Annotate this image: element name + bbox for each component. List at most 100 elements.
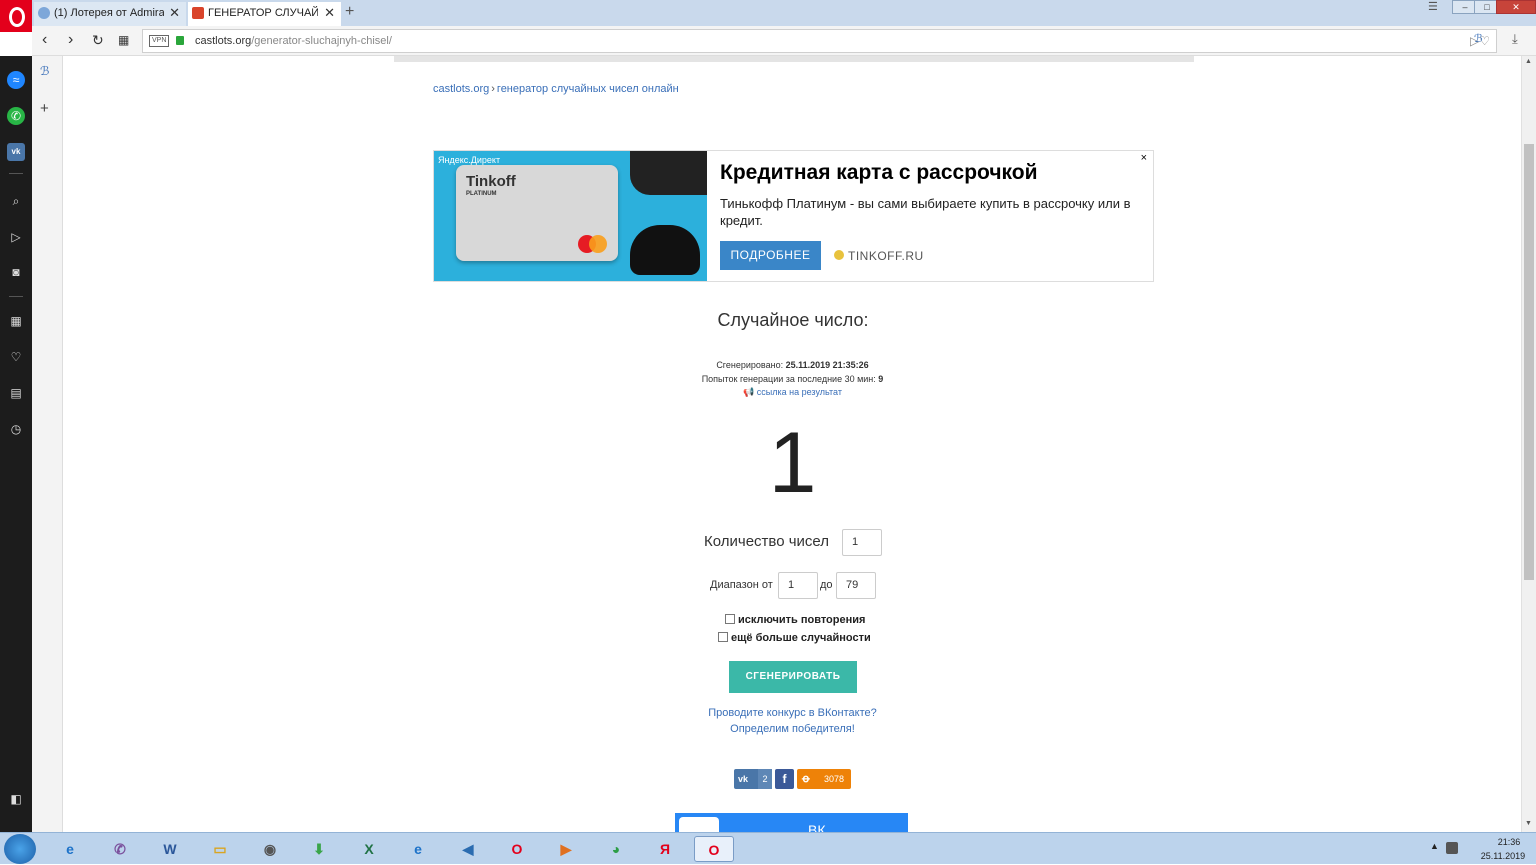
webcam-icon[interactable]: ◉ xyxy=(250,836,290,862)
ad-close-icon[interactable]: × xyxy=(1141,152,1147,164)
clock-date[interactable]: 25.11.2019 xyxy=(1468,851,1536,861)
tab-close-icon[interactable]: ✕ xyxy=(324,2,335,24)
odnoklassniki-icon: ꝋ xyxy=(802,773,810,785)
network-icon[interactable] xyxy=(1446,842,1458,854)
tab-label: (1) Лотерея от AdmiralLux xyxy=(54,7,164,19)
url-input[interactable]: VPN castlots.org/generator-sluchajnyh-ch… xyxy=(142,29,1497,53)
range-to-input[interactable]: 79 xyxy=(836,572,876,599)
sidebar-divider xyxy=(9,296,23,297)
opera-icon[interactable]: O xyxy=(497,836,537,862)
news-icon[interactable]: ▤ xyxy=(7,384,25,402)
translate-extension-icon[interactable]: ℬ xyxy=(40,64,49,78)
new-tab-plus-icon[interactable]: + xyxy=(345,3,354,21)
ad-domain[interactable]: TINKOFF.RU xyxy=(834,249,924,263)
sidebar-toggle-icon[interactable]: ◧ xyxy=(7,790,25,808)
generation-tries: Попыток генерации за последние 30 мин: 9 xyxy=(701,374,884,384)
reload-icon[interactable]: ↻ xyxy=(92,31,104,49)
whatsapp-icon[interactable]: ✆ xyxy=(7,107,25,125)
media-player-icon[interactable]: ▶ xyxy=(546,836,586,862)
windows-taskbar: e ✆ W ▭ ◉ ⬇ X e ◀ O ▶ ◕ Я O ▲ 21:36 25.1… xyxy=(0,832,1536,864)
range-from-input[interactable]: 1 xyxy=(778,572,818,599)
vk-logo-icon xyxy=(679,817,719,832)
vk-icon[interactable]: vk xyxy=(7,143,25,161)
ad-image[interactable]: Яндекс.Директ Tinkoff PLATINUM xyxy=(434,151,707,281)
vk-widget-text: ВК xyxy=(808,822,826,832)
breadcrumb-current-link[interactable]: генератор случайных чисел онлайн xyxy=(497,83,679,95)
viber-icon[interactable]: ✆ xyxy=(100,836,140,862)
tab-close-icon[interactable]: ✕ xyxy=(169,2,180,24)
result-link[interactable]: 📢 ссылка на результат xyxy=(32,387,1536,398)
internet-explorer-icon[interactable]: e xyxy=(398,836,438,862)
exclude-repeats-checkbox[interactable] xyxy=(725,614,735,624)
translate-extension-icon[interactable]: ℬ xyxy=(1474,32,1483,45)
share-facebook-button[interactable]: f xyxy=(775,769,794,789)
heart-icon[interactable]: ♡ xyxy=(7,348,25,366)
count-input[interactable]: 1 xyxy=(842,529,882,556)
speaker-app-icon[interactable]: ◀ xyxy=(448,836,488,862)
browser-menu-icon[interactable]: ☰ xyxy=(1428,0,1438,13)
share-ok-button[interactable]: ꝋ 3078 xyxy=(797,769,851,789)
history-clock-icon[interactable]: ◷ xyxy=(7,420,25,438)
vk-contest-link[interactable]: Проводите конкурс в ВКонтакте? xyxy=(32,707,1536,719)
vk-icon: vk xyxy=(738,774,749,784)
speed-dial-grid-icon[interactable]: ▦ xyxy=(118,31,129,49)
card-sub: PLATINUM xyxy=(466,191,497,197)
vk-widget[interactable]: ВК xyxy=(675,813,908,832)
url-text: castlots.org/generator-sluchajnyh-chisel… xyxy=(195,35,392,47)
tab-admirallux[interactable]: (1) Лотерея от AdmiralLux ✕ xyxy=(34,2,186,26)
add-panel-plus-icon[interactable]: + xyxy=(40,100,49,117)
sidebar: ≈ ✆ vk ⌕ ▷ ◙ ▦ ♡ ▤ ◷ ◧ xyxy=(0,56,32,832)
advertisement[interactable]: Яндекс.Директ Tinkoff PLATINUM Кредитная… xyxy=(433,150,1154,282)
tray-expand-icon[interactable]: ▲ xyxy=(1430,841,1439,851)
download-icon[interactable]: ⤓ xyxy=(1512,31,1518,47)
generated-time: Сгенерировано: 25.11.2019 21:35:26 xyxy=(716,360,869,370)
ok-share-count: 3078 xyxy=(823,774,845,784)
camera-icon[interactable]: ◙ xyxy=(7,263,25,281)
exclude-repeats-option[interactable]: исключить повторения xyxy=(725,614,865,626)
generate-button[interactable]: СГЕНЕРИРОВАТЬ xyxy=(729,661,857,693)
send-icon[interactable]: ▷ xyxy=(7,228,25,246)
more-random-checkbox[interactable] xyxy=(718,632,728,642)
clock-time[interactable]: 21:36 xyxy=(1484,837,1534,847)
yandex-browser-icon[interactable]: Я xyxy=(645,836,685,862)
window-close-button[interactable]: ✕ xyxy=(1496,0,1536,14)
tab-label: ГЕНЕРАТОР СЛУЧАЙНЫХ xyxy=(208,7,318,19)
sneaker-photo xyxy=(630,225,700,275)
chrome-icon[interactable]: ◕ xyxy=(596,836,636,862)
start-button[interactable] xyxy=(4,834,36,864)
ad-title[interactable]: Кредитная карта с рассрочкой xyxy=(720,161,1038,185)
camera-photo xyxy=(630,151,707,195)
facebook-icon: f xyxy=(782,772,787,786)
tab-random-generator[interactable]: ГЕНЕРАТОР СЛУЧАЙНЫХ ✕ xyxy=(188,2,341,26)
breadcrumb-home-link[interactable]: castlots.org xyxy=(433,83,489,95)
megaphone-icon: 📢 xyxy=(743,387,755,397)
range-to-label: до xyxy=(820,579,833,591)
result-heading: Случайное число: xyxy=(717,310,869,330)
count-label: Количество чисел xyxy=(704,533,830,550)
header-stripe xyxy=(394,56,1194,62)
excel-icon[interactable]: X xyxy=(349,836,389,862)
credit-card-image: Tinkoff PLATINUM xyxy=(456,165,618,261)
sidebar-divider xyxy=(9,173,23,174)
search-icon[interactable]: ⌕ xyxy=(7,192,25,210)
messenger-icon[interactable]: ≈ xyxy=(7,71,25,89)
scroll-up-icon[interactable]: ▲ xyxy=(1525,58,1532,65)
internet-explorer-icon[interactable]: e xyxy=(50,836,90,862)
scroll-down-icon[interactable]: ▼ xyxy=(1525,820,1532,827)
share-vk-button[interactable]: vk 2 xyxy=(734,769,772,789)
more-random-option[interactable]: ещё больше случайности xyxy=(718,632,871,644)
vpn-badge[interactable]: VPN xyxy=(149,35,170,47)
word-icon[interactable]: W xyxy=(150,836,190,862)
opera-active-icon[interactable]: O xyxy=(694,836,734,862)
back-arrow-icon[interactable]: ‹ xyxy=(42,31,47,49)
lock-icon[interactable] xyxy=(176,36,184,45)
breadcrumb: castlots.org › генератор случайных чисел о… xyxy=(433,83,679,95)
range-from-label: Диапазон от xyxy=(710,579,773,591)
download-manager-icon[interactable]: ⬇ xyxy=(299,836,339,862)
breadcrumb-separator: › xyxy=(491,83,495,95)
forward-arrow-icon[interactable]: › xyxy=(68,31,73,49)
file-explorer-icon[interactable]: ▭ xyxy=(200,836,240,862)
vk-winner-link[interactable]: Определим победителя! xyxy=(32,723,1536,735)
ad-more-button[interactable]: ПОДРОБНЕЕ xyxy=(720,241,821,270)
opera-logo-icon[interactable] xyxy=(0,0,32,32)
